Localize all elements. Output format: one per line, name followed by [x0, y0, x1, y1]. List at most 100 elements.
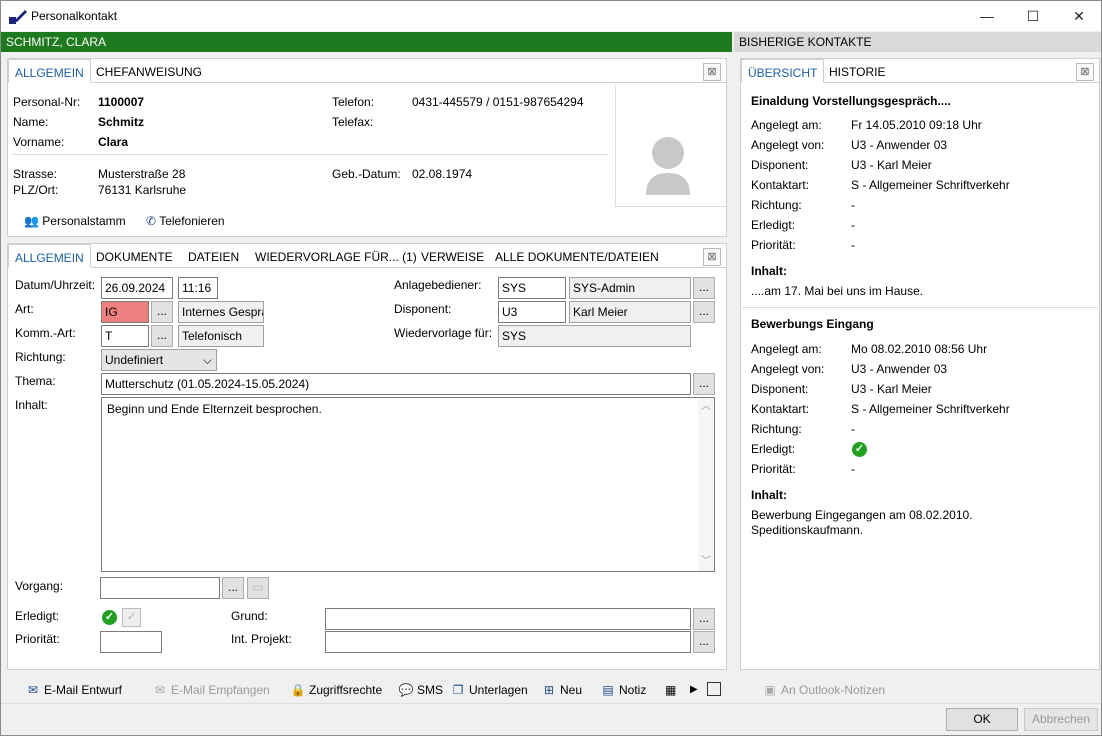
- history-2-richtung: -: [851, 422, 855, 436]
- tab-uebersicht[interactable]: ÜBERSICHT: [741, 59, 825, 83]
- richtung-select[interactable]: Undefiniert ⌵: [101, 349, 217, 371]
- thema-input[interactable]: Mutterschutz (01.05.2024-15.05.2024): [101, 373, 691, 395]
- divider: [13, 154, 608, 155]
- documents-icon: ❐: [452, 683, 464, 697]
- disponent-label: Disponent:: [394, 302, 452, 316]
- vorgang-input[interactable]: [100, 577, 220, 599]
- tab-form-allgemein[interactable]: ALLGEMEIN: [8, 244, 91, 268]
- vorname-label: Vorname:: [13, 135, 65, 149]
- outlook-notes-label: An Outlook-Notizen: [781, 683, 886, 697]
- email-received-label: E-Mail Empfangen: [171, 683, 270, 697]
- approve-icon: ✓: [122, 608, 141, 627]
- prioritaet-input[interactable]: [100, 631, 162, 653]
- scroll-down-icon[interactable]: ﹀: [701, 553, 711, 571]
- close-button[interactable]: ✕: [1056, 1, 1102, 31]
- tab-dateien[interactable]: DATEIEN: [182, 244, 245, 268]
- history-2-title: Bewerbungs Eingang: [751, 317, 874, 331]
- outlook-icon: ▣: [764, 683, 776, 697]
- email-draft-button[interactable]: ✉ E-Mail Entwurf: [25, 681, 122, 699]
- richtung-value: Undefiniert: [105, 353, 164, 367]
- sms-button[interactable]: 💬 SMS: [398, 681, 444, 699]
- history-2-inhalt-line2: Speditionskaufmann.: [751, 523, 864, 537]
- richtung-label: Richtung:: [751, 422, 802, 436]
- history-2-kontaktart: S - Allgemeiner Schriftverkehr: [851, 402, 1010, 416]
- telefonieren-button[interactable]: ✆ Telefonieren: [146, 214, 225, 228]
- neu-button[interactable]: ⊞ Neu: [541, 681, 582, 699]
- tab-wiedervorlage[interactable]: WIEDERVORLAGE FÜR... (1): [249, 244, 423, 268]
- tab-verweise[interactable]: VERWEISE: [415, 244, 490, 268]
- art-code-input[interactable]: IG: [101, 301, 149, 323]
- contacts-tabs: ÜBERSICHT HISTORIE ⊠: [741, 59, 1099, 83]
- zugriffsrechte-button[interactable]: 🔒 Zugriffsrechte: [290, 681, 383, 699]
- close-icon[interactable]: ⊠: [703, 248, 721, 266]
- inhalt-textarea[interactable]: Beginn und Ende Elternzeit besprochen. ︿…: [101, 397, 715, 572]
- komm-text: Telefonisch: [178, 325, 264, 347]
- grund-label: Grund:: [231, 609, 268, 623]
- contacts-header: BISHERIGE KONTAKTE: [734, 32, 1101, 52]
- erledigt-label: Erledigt:: [751, 218, 796, 232]
- erledigt-label: Erledigt:: [751, 442, 796, 456]
- kontaktart-label: Kontaktart:: [751, 178, 810, 192]
- sms-label: SMS: [417, 683, 444, 697]
- angelegt-am-label: Angelegt am:: [751, 342, 822, 356]
- thema-lookup-button[interactable]: ...: [693, 373, 715, 395]
- plz-label: PLZ/Ort:: [13, 183, 59, 197]
- new-icon: ⊞: [543, 683, 555, 697]
- notiz-button[interactable]: ▤ Notiz: [600, 681, 646, 699]
- panel-toggle-icon[interactable]: [707, 682, 721, 696]
- komm-label: Komm.-Art:: [15, 326, 76, 340]
- maximize-button[interactable]: ☐: [1010, 1, 1056, 31]
- art-label: Art:: [15, 302, 34, 316]
- form-tabs: ALLGEMEIN DOKUMENTE DATEIEN WIEDERVORLAG…: [8, 244, 726, 268]
- history-2-angelegt-am: Mo 08.02.2010 08:56 Uhr: [851, 342, 988, 356]
- anlage-label: Anlagebediener:: [394, 278, 482, 292]
- ok-button[interactable]: OK: [946, 708, 1018, 731]
- history-1-angelegt-von: U3 - Anwender 03: [851, 138, 948, 152]
- calendar-icon[interactable]: ▦: [665, 681, 676, 699]
- scrollbar[interactable]: ︿ ﹀: [698, 398, 714, 571]
- tab-historie[interactable]: HISTORIE: [823, 59, 891, 83]
- tab-dokumente[interactable]: DOKUMENTE: [90, 244, 179, 268]
- close-icon[interactable]: ⊠: [703, 63, 721, 81]
- lock-icon: 🔒: [290, 683, 306, 697]
- disponent-lookup-button[interactable]: ...: [693, 301, 715, 323]
- unterlagen-button[interactable]: ❐ Unterlagen: [450, 681, 528, 699]
- email-draft-icon: ✉: [27, 683, 39, 697]
- inhalt-label: Inhalt:: [751, 264, 787, 278]
- close-icon[interactable]: ⊠: [1076, 63, 1094, 81]
- projekt-label: Int. Projekt:: [231, 632, 292, 646]
- cancel-button[interactable]: Abbrechen: [1024, 708, 1098, 731]
- grund-lookup-button[interactable]: ...: [693, 608, 715, 630]
- outlook-notes-button: ▣ An Outlook-Notizen: [762, 681, 885, 699]
- komm-lookup-button[interactable]: ...: [151, 325, 173, 347]
- sms-icon: 💬: [398, 683, 414, 697]
- neu-label: Neu: [560, 683, 583, 697]
- tab-allgemein[interactable]: ALLGEMEIN: [8, 59, 91, 83]
- check-icon[interactable]: ✓: [102, 610, 117, 625]
- vorname-value: Clara: [98, 135, 129, 149]
- vorgang-lookup-button[interactable]: ...: [222, 577, 244, 599]
- history-1-title: Einaldung Vorstellungsgespräch....: [751, 94, 951, 108]
- history-2-prioritaet: -: [851, 462, 855, 476]
- anlage-code-input[interactable]: SYS: [498, 277, 566, 299]
- kontaktart-label: Kontaktart:: [751, 402, 810, 416]
- grund-input[interactable]: [325, 608, 691, 630]
- toolbar-overflow-icon[interactable]: ▶: [690, 681, 698, 699]
- tab-alle-dokumente[interactable]: ALLE DOKUMENTE/DATEIEN: [489, 244, 665, 268]
- disponent-code-input[interactable]: U3: [498, 301, 566, 323]
- datum-input[interactable]: 26.09.2024: [101, 277, 173, 299]
- komm-code-input[interactable]: T: [101, 325, 149, 347]
- art-lookup-button[interactable]: ...: [151, 301, 173, 323]
- tab-chefanweisung[interactable]: CHEFANWEISUNG: [90, 59, 208, 83]
- telefonieren-label: Telefonieren: [159, 214, 225, 228]
- personalstamm-button[interactable]: 👥 Personalstamm: [24, 214, 126, 228]
- projekt-lookup-button[interactable]: ...: [693, 631, 715, 653]
- title-bar: Personalkontakt — ☐ ✕: [1, 1, 1101, 31]
- telefon-value: 0431-445579 / 0151-987654294: [412, 95, 584, 109]
- name-label: Name:: [13, 115, 49, 129]
- minimize-button[interactable]: —: [964, 1, 1010, 31]
- scroll-up-icon[interactable]: ︿: [701, 398, 711, 416]
- anlage-lookup-button[interactable]: ...: [693, 277, 715, 299]
- projekt-input[interactable]: [325, 631, 691, 653]
- uhrzeit-input[interactable]: 11:16: [178, 277, 218, 299]
